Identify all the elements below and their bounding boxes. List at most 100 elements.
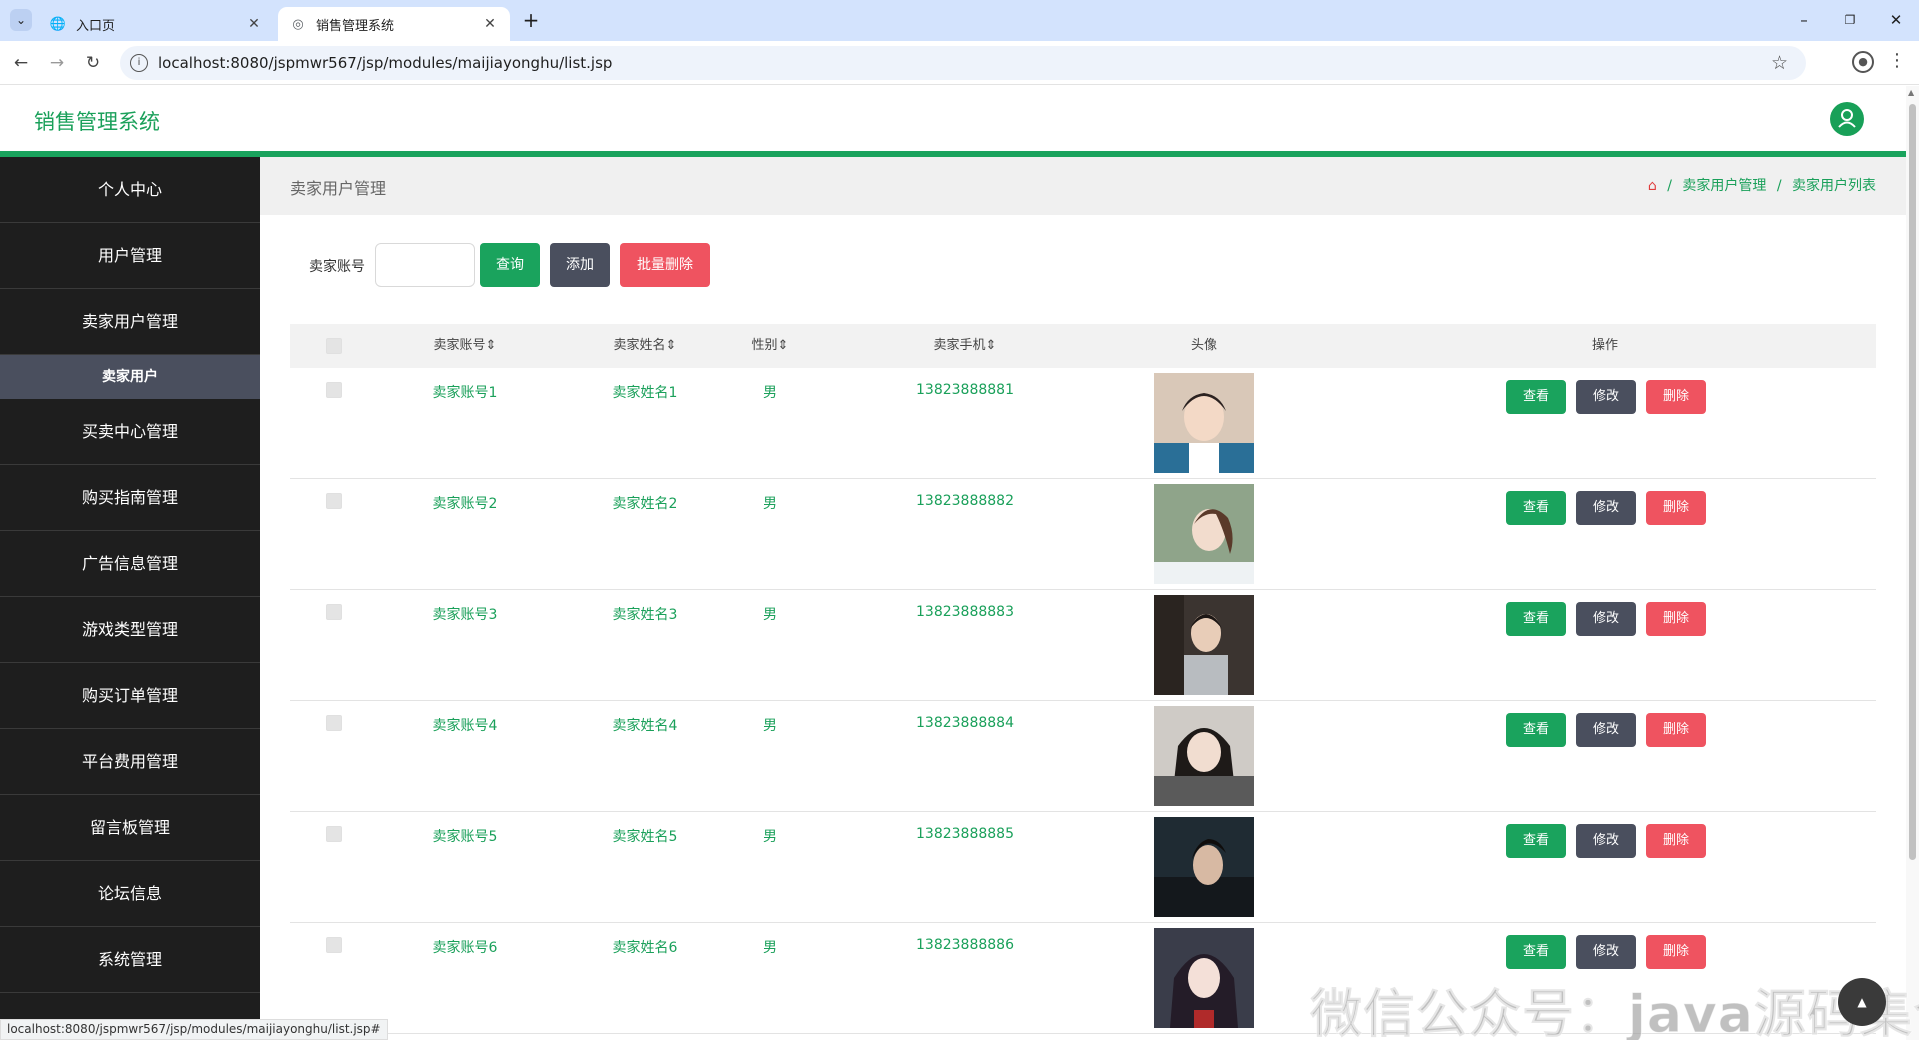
table-row: 卖家账号3 卖家姓名3 男 13823888883 查看 修改 删除 — [290, 590, 1876, 701]
sidebar-item-purchase-guide[interactable]: 购买指南管理 — [0, 465, 260, 531]
home-icon[interactable]: ⌂ — [1648, 178, 1657, 194]
table-row: 卖家账号4 卖家姓名4 男 13823888884 查看 修改 删除 — [290, 701, 1876, 812]
row-checkbox[interactable] — [326, 382, 342, 398]
forward-icon[interactable]: → — [45, 51, 69, 75]
browser-tab-entry[interactable]: 🌐 入口页 ✕ — [38, 7, 274, 41]
view-button[interactable]: 查看 — [1506, 713, 1566, 747]
th-account[interactable]: 卖家账号⇕ — [390, 324, 540, 368]
avatar-image — [1154, 484, 1254, 584]
row-checkbox[interactable] — [326, 937, 342, 953]
breadcrumb-separator: / — [1776, 178, 1782, 194]
breadcrumb-bar: 卖家用户管理 ⌂ / 卖家用户管理 / 卖家用户列表 — [260, 157, 1906, 215]
view-button[interactable]: 查看 — [1506, 380, 1566, 414]
url-field[interactable]: i localhost:8080/jspmwr567/jsp/modules/m… — [120, 46, 1806, 80]
edit-button[interactable]: 修改 — [1576, 935, 1636, 969]
browser-menu-icon[interactable]: ⋮ — [1888, 50, 1906, 71]
sort-icon: ⇕ — [665, 338, 677, 353]
tab-search-chevron-icon[interactable]: ⌄ — [10, 9, 32, 31]
sidebar-item-system[interactable]: 系统管理 — [0, 927, 260, 993]
th-phone[interactable]: 卖家手机⇕ — [890, 324, 1040, 368]
cell-account: 卖家账号6 — [432, 940, 498, 956]
row-checkbox[interactable] — [326, 493, 342, 509]
avatar-image — [1154, 928, 1254, 1028]
view-button[interactable]: 查看 — [1506, 824, 1566, 858]
globe-icon: 🌐 — [49, 16, 67, 32]
cell-name: 卖家姓名5 — [612, 829, 678, 845]
sidebar-item-trade-center[interactable]: 买卖中心管理 — [0, 399, 260, 465]
minimize-icon[interactable]: – — [1792, 9, 1816, 31]
close-icon[interactable]: ✕ — [482, 16, 498, 32]
bulk-delete-button[interactable]: 批量删除 — [620, 243, 710, 287]
cell-account: 卖家账号5 — [432, 829, 498, 845]
browser-tab-sales-system[interactable]: ◎ 销售管理系统 ✕ — [278, 7, 510, 41]
cell-gender: 男 — [763, 718, 777, 734]
sidebar-item-personal-center[interactable]: 个人中心 — [0, 157, 260, 223]
row-checkbox[interactable] — [326, 826, 342, 842]
app-title: 销售管理系统 — [34, 110, 160, 134]
breadcrumb-level2[interactable]: 卖家用户列表 — [1792, 178, 1876, 194]
th-gender[interactable]: 性别⇕ — [730, 324, 810, 368]
select-all-checkbox[interactable] — [326, 338, 342, 354]
sidebar-item-forum[interactable]: 论坛信息 — [0, 861, 260, 927]
view-button[interactable]: 查看 — [1506, 935, 1566, 969]
seller-account-search-input[interactable] — [375, 243, 475, 287]
table-row: 卖家账号5 卖家姓名5 男 13823888885 查看 修改 删除 — [290, 812, 1876, 923]
window-close-icon[interactable]: ✕ — [1884, 9, 1908, 31]
bookmark-star-icon[interactable]: ☆ — [1771, 52, 1788, 74]
query-button[interactable]: 查询 — [480, 243, 540, 287]
scrollbar-thumb[interactable] — [1909, 104, 1916, 860]
delete-button[interactable]: 删除 — [1646, 713, 1706, 747]
delete-button[interactable]: 删除 — [1646, 935, 1706, 969]
sidebar-subitem-seller-users[interactable]: 卖家用户 — [0, 355, 260, 399]
cell-gender: 男 — [763, 385, 777, 401]
sidebar-item-ad-info[interactable]: 广告信息管理 — [0, 531, 260, 597]
row-checkbox[interactable] — [326, 604, 342, 620]
sidebar-item-user-management[interactable]: 用户管理 — [0, 223, 260, 289]
new-tab-icon[interactable]: + — [520, 9, 542, 31]
view-button[interactable]: 查看 — [1506, 491, 1566, 525]
cell-name: 卖家姓名1 — [612, 385, 678, 401]
reload-icon[interactable]: ↻ — [81, 51, 105, 75]
delete-button[interactable]: 删除 — [1646, 824, 1706, 858]
cell-gender: 男 — [763, 496, 777, 512]
avatar-image — [1154, 706, 1254, 806]
breadcrumb-level1[interactable]: 卖家用户管理 — [1682, 178, 1766, 194]
edit-button[interactable]: 修改 — [1576, 491, 1636, 525]
cell-phone: 13823888882 — [916, 493, 1014, 509]
sidebar-item-message-board[interactable]: 留言板管理 — [0, 795, 260, 861]
edit-button[interactable]: 修改 — [1576, 380, 1636, 414]
sidebar-item-seller-management[interactable]: 卖家用户管理 — [0, 289, 260, 355]
cell-account: 卖家账号3 — [432, 607, 498, 623]
table-row: 卖家账号1 卖家姓名1 男 13823888881 查看 修改 删除 — [290, 368, 1876, 479]
cell-account: 卖家账号2 — [432, 496, 498, 512]
sort-icon: ⇕ — [985, 338, 997, 353]
th-name[interactable]: 卖家姓名⇕ — [570, 324, 720, 368]
back-to-top-icon[interactable]: ▲ — [1838, 978, 1886, 1026]
cell-phone: 13823888881 — [916, 382, 1014, 398]
close-icon[interactable]: ✕ — [246, 16, 262, 32]
delete-button[interactable]: 删除 — [1646, 491, 1706, 525]
row-checkbox[interactable] — [326, 715, 342, 731]
browser-tab-strip: ⌄ 🌐 入口页 ✕ ◎ 销售管理系统 ✕ + – ❐ ✕ — [0, 0, 1919, 41]
add-button[interactable]: 添加 — [550, 243, 610, 287]
sidebar-item-platform-fee[interactable]: 平台费用管理 — [0, 729, 260, 795]
edit-button[interactable]: 修改 — [1576, 713, 1636, 747]
scroll-up-arrow-icon[interactable]: ▲ — [1908, 88, 1914, 97]
profile-icon[interactable]: ● — [1852, 51, 1874, 73]
url-text: localhost:8080/jspmwr567/jsp/modules/mai… — [158, 54, 613, 72]
back-icon[interactable]: ← — [9, 51, 33, 75]
search-label: 卖家账号 — [309, 259, 365, 275]
breadcrumb: ⌂ / 卖家用户管理 / 卖家用户列表 — [1648, 175, 1876, 195]
restore-icon[interactable]: ❐ — [1838, 9, 1862, 31]
sidebar-item-game-type[interactable]: 游戏类型管理 — [0, 597, 260, 663]
cell-phone: 13823888884 — [916, 715, 1014, 731]
edit-button[interactable]: 修改 — [1576, 824, 1636, 858]
delete-button[interactable]: 删除 — [1646, 380, 1706, 414]
user-avatar-icon[interactable] — [1830, 102, 1864, 136]
edit-button[interactable]: 修改 — [1576, 602, 1636, 636]
view-button[interactable]: 查看 — [1506, 602, 1566, 636]
cell-name: 卖家姓名2 — [612, 496, 678, 512]
sidebar-item-purchase-order[interactable]: 购买订单管理 — [0, 663, 260, 729]
delete-button[interactable]: 删除 — [1646, 602, 1706, 636]
site-info-icon[interactable]: i — [130, 54, 148, 72]
